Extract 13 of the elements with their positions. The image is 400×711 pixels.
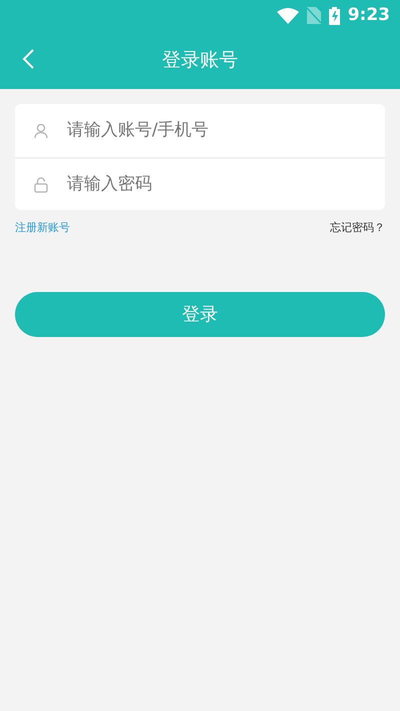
battery-charging-icon xyxy=(328,6,340,24)
login-button[interactable]: 登录 xyxy=(15,292,385,336)
no-sim-icon xyxy=(306,7,321,24)
wifi-icon xyxy=(276,8,299,24)
lock-icon xyxy=(34,176,48,192)
back-icon xyxy=(22,49,34,69)
page-title: 登录账号 xyxy=(162,48,238,73)
status-time: 9:23 xyxy=(348,4,390,27)
text-field[interactable]: 请输入账号/手机号 xyxy=(67,118,373,144)
forgot-password-link[interactable]: 忘记密码？ xyxy=(330,220,385,236)
register-link[interactable]: 注册新账号 xyxy=(15,220,70,236)
text-field[interactable]: 请输入密码 xyxy=(67,172,373,198)
user-icon xyxy=(33,122,49,138)
